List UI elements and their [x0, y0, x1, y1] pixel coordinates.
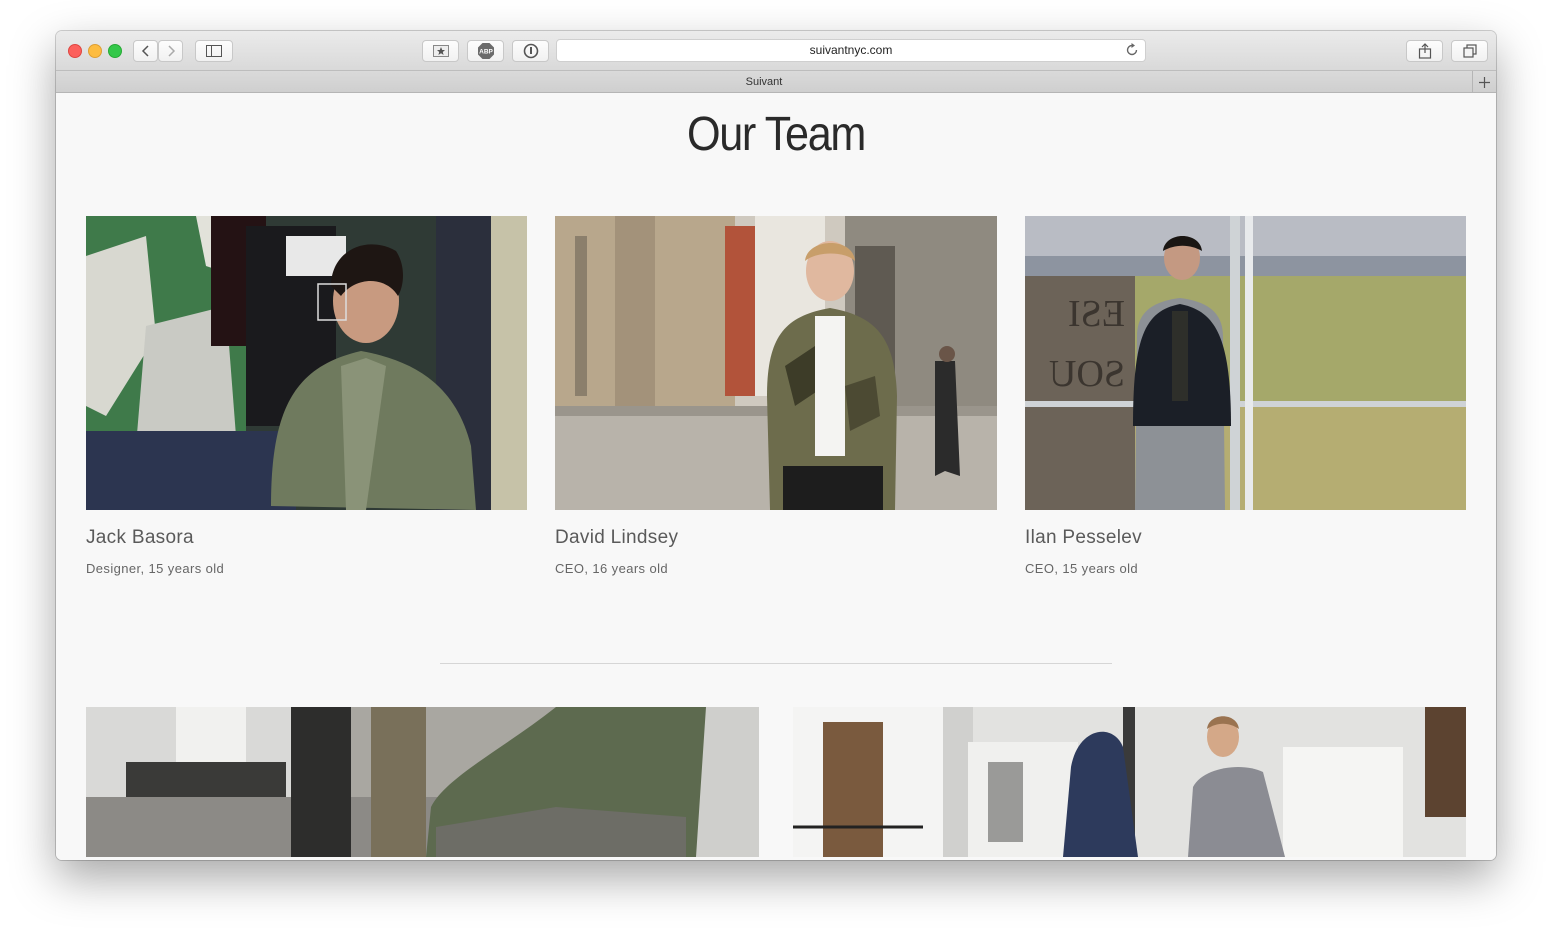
member-role-david: CEO, 16 years old [555, 561, 669, 576]
svg-text:ESI: ESI [1068, 293, 1125, 335]
member-role-jack: Designer, 15 years old [86, 561, 225, 576]
tabs-icon [1462, 44, 1477, 58]
member-name-jack[interactable]: Jack Basora [86, 527, 194, 549]
password-icon [523, 43, 538, 59]
address-bar[interactable]: suivantnyc.com [556, 39, 1146, 62]
member-role-ilan: CEO, 15 years old [1025, 561, 1139, 576]
abp-icon: ABP [477, 43, 494, 59]
page-content: Our Team ESI SOU Jack Basora Designer, 1… [56, 93, 1496, 860]
chevron-left-icon [141, 45, 149, 57]
close-window-button[interactable] [68, 44, 82, 58]
zoom-window-button[interactable] [108, 44, 122, 58]
forward-button[interactable] [158, 40, 183, 62]
team-photo-lower-right [793, 707, 1466, 857]
new-tab-button[interactable] [1472, 71, 1496, 93]
password-manager-button[interactable] [512, 40, 549, 62]
svg-text:SOU: SOU [1049, 353, 1125, 395]
team-photo-david [555, 216, 997, 510]
bookmark-extension-button[interactable] [422, 40, 459, 62]
abp-label: ABP [479, 49, 493, 56]
plus-icon [1479, 76, 1490, 88]
browser-window: ABP suivantnyc.com Suivant Our Team ESI … [56, 31, 1496, 860]
section-divider [440, 663, 1112, 664]
page-title: Our Team [686, 108, 866, 161]
star-icon [432, 45, 449, 57]
team-photo-ilan: ESI SOU [1025, 216, 1466, 510]
team-photo-lower-left [86, 707, 759, 857]
url-text: suivantnyc.com [809, 43, 893, 57]
adblock-button[interactable]: ABP [467, 40, 504, 62]
share-icon [1418, 43, 1431, 59]
tab-suivant[interactable]: Suivant [56, 71, 1472, 93]
browser-toolbar: ABP suivantnyc.com [56, 31, 1496, 70]
show-tabs-button[interactable] [1451, 40, 1488, 62]
minimize-window-button[interactable] [88, 44, 102, 58]
back-button[interactable] [133, 40, 158, 62]
sidebar-button[interactable] [195, 40, 233, 62]
reload-icon[interactable] [1125, 43, 1139, 57]
team-photo-jack [86, 216, 527, 510]
member-name-ilan[interactable]: Ilan Pesselev [1025, 527, 1142, 549]
share-button[interactable] [1406, 40, 1443, 62]
member-name-david[interactable]: David Lindsey [555, 527, 678, 549]
tab-bar: Suivant [56, 70, 1496, 93]
chevron-right-icon [167, 45, 175, 57]
sidebar-icon [206, 45, 222, 57]
